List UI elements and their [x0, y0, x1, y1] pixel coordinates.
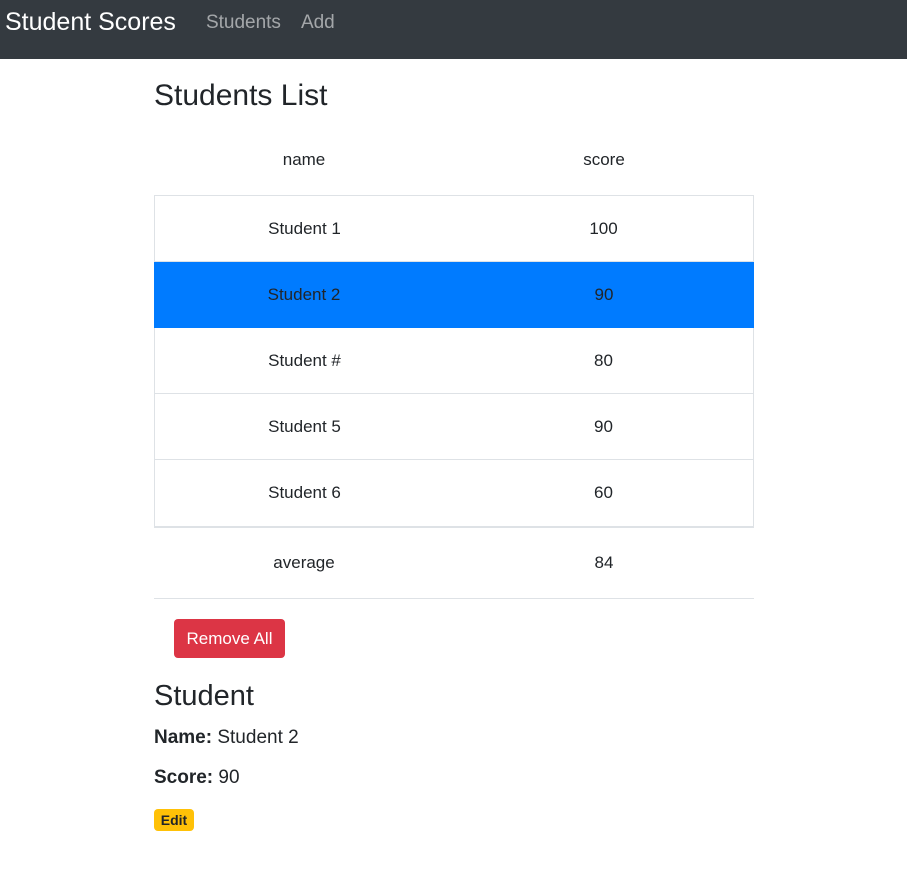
detail-score-line: Score: 90 [154, 766, 240, 790]
average-row: average 84 [154, 528, 754, 599]
student-score: 90 [594, 285, 614, 304]
detail-name-value: Student 2 [217, 727, 299, 748]
edit-badge[interactable]: Edit [154, 809, 194, 831]
detail-score-value: 90 [218, 767, 240, 788]
navbar-brand[interactable]: Student Scores [5, 6, 176, 38]
student-row[interactable]: Student 1 100 [155, 196, 753, 262]
table-header: name score [154, 141, 754, 179]
student-name: Student 5 [268, 416, 341, 436]
student-row-selected[interactable]: Student 2 90 [154, 262, 754, 328]
student-row[interactable]: Student # 80 [155, 328, 753, 394]
student-name: Student 6 [268, 483, 341, 502]
student-score: 100 [589, 218, 618, 238]
remove-all-button[interactable]: Remove All [174, 619, 285, 658]
column-header-score: score [583, 150, 625, 169]
page-title: Students List [154, 79, 328, 112]
student-detail-title: Student [154, 680, 254, 712]
navbar: Student Scores Students Add [0, 0, 907, 59]
student-name: Student # [268, 350, 341, 370]
student-row[interactable]: Student 5 90 [155, 394, 753, 460]
column-header-name: name [282, 150, 326, 169]
detail-name-line: Name: Student 2 [154, 726, 299, 750]
student-name: Student 2 [267, 285, 341, 304]
students-list: Student 1 100 Student 2 90 Student # 80 … [154, 195, 754, 528]
student-score: 60 [594, 483, 613, 502]
student-score: 80 [594, 350, 613, 370]
student-row[interactable]: Student 6 60 [155, 460, 753, 526]
nav-link-students[interactable]: Students [206, 6, 281, 40]
detail-name-label: Name: [154, 727, 213, 748]
detail-score-label: Score: [154, 767, 214, 788]
student-score: 90 [594, 416, 613, 436]
average-label: average [273, 553, 335, 572]
average-value: 84 [594, 553, 614, 572]
nav-link-add[interactable]: Add [301, 6, 335, 40]
student-name: Student 1 [268, 218, 341, 238]
